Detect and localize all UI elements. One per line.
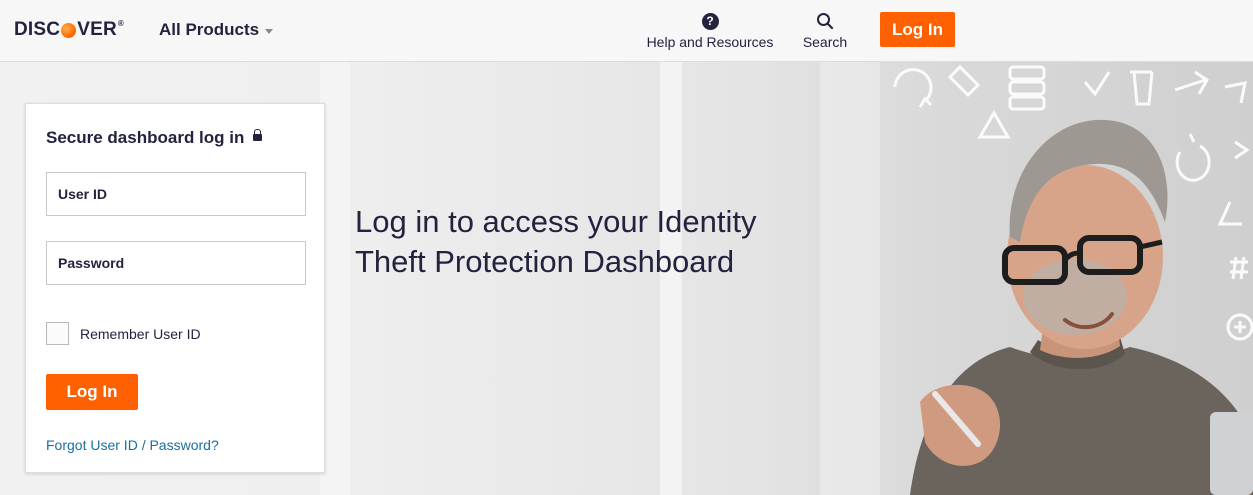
login-button[interactable]: Log In bbox=[46, 374, 138, 410]
hero-title: Log in to access your Identity Theft Pro… bbox=[355, 204, 757, 279]
question-circle-icon: ? bbox=[701, 13, 719, 30]
remember-user-id-label: Remember User ID bbox=[80, 325, 201, 342]
search-label: Search bbox=[802, 34, 848, 50]
login-card: Secure dashboard log in Remember User ID… bbox=[25, 103, 325, 473]
all-products-label: All Products bbox=[159, 20, 260, 39]
password-input[interactable] bbox=[46, 241, 306, 285]
discover-logo[interactable]: DISC VER ® bbox=[14, 19, 124, 41]
help-and-resources-link[interactable]: ? Help and Resources bbox=[645, 13, 775, 50]
all-products-menu[interactable]: All Products bbox=[159, 20, 274, 40]
help-label: Help and Resources bbox=[646, 34, 774, 50]
chevron-down-icon bbox=[265, 28, 274, 34]
window-pane-decoration bbox=[820, 62, 880, 495]
forgot-credentials-link[interactable]: Forgot User ID / Password? bbox=[46, 437, 219, 453]
search-link[interactable]: Search bbox=[800, 12, 850, 50]
user-id-input[interactable] bbox=[46, 172, 306, 216]
magnifier-icon bbox=[817, 13, 834, 30]
login-card-title: Secure dashboard log in bbox=[46, 128, 263, 148]
checkbox-box[interactable] bbox=[46, 322, 69, 345]
site-header: DISC VER ® All Products ? Help and Resourc… bbox=[0, 0, 1253, 62]
remember-user-id-checkbox[interactable]: Remember User ID bbox=[46, 322, 201, 345]
login-card-title-text: Secure dashboard log in bbox=[46, 128, 245, 147]
lock-icon bbox=[253, 129, 263, 143]
logo-orange-circle bbox=[61, 22, 77, 38]
header-login-button[interactable]: Log In bbox=[880, 12, 955, 47]
hero-person-image bbox=[893, 64, 1253, 495]
